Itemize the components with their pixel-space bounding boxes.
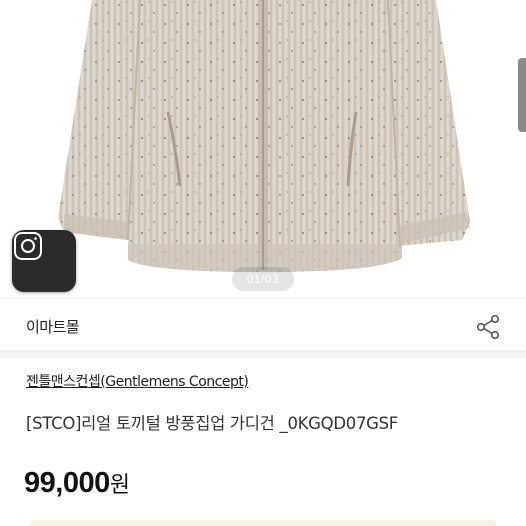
brand-link[interactable]: 젠틀맨스컨셉(Gentlemens Concept): [26, 371, 249, 391]
product-image-gallery[interactable]: 01/03: [0, 0, 526, 298]
store-name[interactable]: 이마트몰: [26, 316, 80, 337]
gallery-page-indicator: 01/03: [232, 267, 294, 291]
camera-button[interactable]: [12, 230, 76, 292]
camera-icon: [14, 232, 42, 260]
cardigan-photo: [58, 0, 470, 272]
price-amount: 99,000: [24, 467, 110, 499]
promo-banner[interactable]: [30, 520, 496, 526]
product-title: [STCO]리얼 토끼털 방풍집업 가디건 _0KGQD07GSF: [26, 414, 399, 433]
share-button[interactable]: [474, 313, 502, 341]
share-icon: [476, 314, 500, 340]
price-currency: 원: [109, 473, 130, 498]
section-divider: [0, 350, 526, 358]
divider: [0, 298, 526, 299]
scrollbar-thumb[interactable]: [518, 58, 526, 132]
product-price: 99,000원: [24, 467, 130, 500]
